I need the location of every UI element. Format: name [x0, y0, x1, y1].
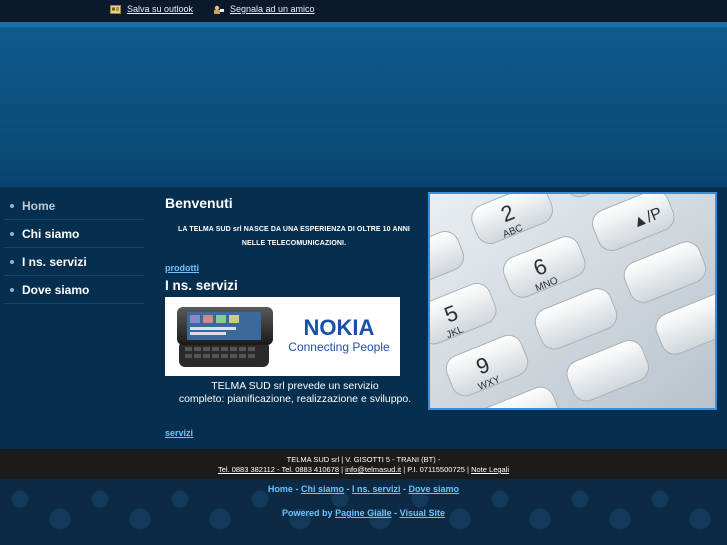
intro-text: LA TELMA SUD srl NASCE DA UNA ESPERIENZA… — [165, 223, 423, 251]
phone-keypad-image: 2 ABC 3 DEF 5 JKL 6 MNO ▲/P 9 WXY — [430, 194, 715, 408]
footer-contacts: Tel. 0883 382112 - Tel. 0883 410678 | in… — [0, 465, 727, 475]
service-description: TELMA SUD srl prevede un servizio comple… — [165, 380, 425, 406]
nokia-phone-image: NOKIA Connecting People — [177, 307, 390, 367]
tell-friend-link[interactable]: Segnala ad un amico — [213, 4, 315, 14]
tell-friend-label: Segnala ad un amico — [230, 4, 315, 14]
footer-info: TELMA SUD srl | V. GISOTTI 5 - TRANI (BT… — [0, 449, 727, 479]
legal-notes-link[interactable]: Note Legali — [471, 465, 509, 474]
outlook-card-icon — [110, 4, 121, 14]
visual-site-link[interactable]: Visual Site — [400, 508, 445, 518]
powered-by: Powered by Pagine Gialle - Visual Site — [0, 508, 727, 518]
footer-nav: Home - Chi siamo - I ns. servizi - Dove … — [0, 484, 727, 494]
bullet-icon — [10, 231, 14, 236]
header-banner — [0, 27, 727, 187]
desc-line-2: completo: pianificazione, realizzazione … — [178, 393, 412, 405]
desc-line-1: TELMA SUD srl prevede un servizio — [211, 380, 379, 392]
services-title: I ns. servizi — [165, 278, 238, 293]
footer-nav-chi-siamo[interactable]: Chi siamo — [301, 484, 344, 494]
welcome-title: Benvenuti — [165, 195, 233, 211]
menu-item-chi-siamo[interactable]: Chi siamo — [4, 220, 144, 248]
footer-address: TELMA SUD srl | V. GISOTTI 5 - TRANI (BT… — [286, 455, 441, 464]
menu-item-label: I ns. servizi — [22, 254, 87, 269]
keypad-photo: 2 ABC 3 DEF 5 JKL 6 MNO ▲/P 9 WXY — [428, 192, 717, 410]
menu-item-servizi[interactable]: I ns. servizi — [4, 248, 144, 276]
intro-line-1: LA TELMA SUD srl NASCE DA UNA ESPERIENZA… — [178, 226, 410, 233]
menu-item-home[interactable]: Home — [4, 192, 144, 220]
nokia-tagline: Connecting People — [288, 340, 390, 354]
top-bar: Salva su outlook Segnala ad un amico — [0, 0, 727, 22]
powered-label: Powered by — [282, 508, 333, 518]
pagine-gialle-link[interactable]: Pagine Gialle — [335, 508, 392, 518]
main-column: Benvenuti LA TELMA SUD srl NASCE DA UNA … — [165, 192, 423, 406]
products-link[interactable]: prodotti — [165, 263, 199, 273]
save-outlook-link[interactable]: Salva su outlook — [110, 4, 193, 14]
phones-link[interactable]: Tel. 0883 382112 - Tel. 0883 410678 — [218, 465, 339, 474]
footer-nav-dove-siamo[interactable]: Dove siamo — [409, 484, 460, 494]
nokia-banner: NOKIA Connecting People — [165, 297, 400, 376]
menu-item-dove-siamo[interactable]: Dove siamo — [4, 276, 144, 304]
menu-item-label: Chi siamo — [22, 226, 80, 241]
sidebar-menu: Home Chi siamo I ns. servizi Dove siamo — [4, 192, 144, 304]
person-icon — [213, 5, 224, 14]
bullet-icon — [10, 287, 14, 292]
footer-nav-servizi[interactable]: I ns. servizi — [352, 484, 401, 494]
bullet-icon — [10, 259, 14, 264]
menu-item-label: Dove siamo — [22, 282, 90, 297]
services-link[interactable]: servizi — [165, 428, 193, 438]
footer-nav-home[interactable]: Home — [268, 484, 293, 494]
intro-line-2: NELLE TELECOMUNICAZIONI. — [241, 240, 347, 247]
menu-item-label: Home — [22, 198, 56, 213]
nokia-logo-text: NOKIA — [304, 315, 375, 340]
bullet-icon — [10, 203, 14, 208]
email-link[interactable]: info@telmasud.it — [345, 465, 401, 474]
vat-number: | P.I. 07115500725 | — [403, 465, 469, 474]
save-outlook-label: Salva su outlook — [127, 4, 194, 14]
